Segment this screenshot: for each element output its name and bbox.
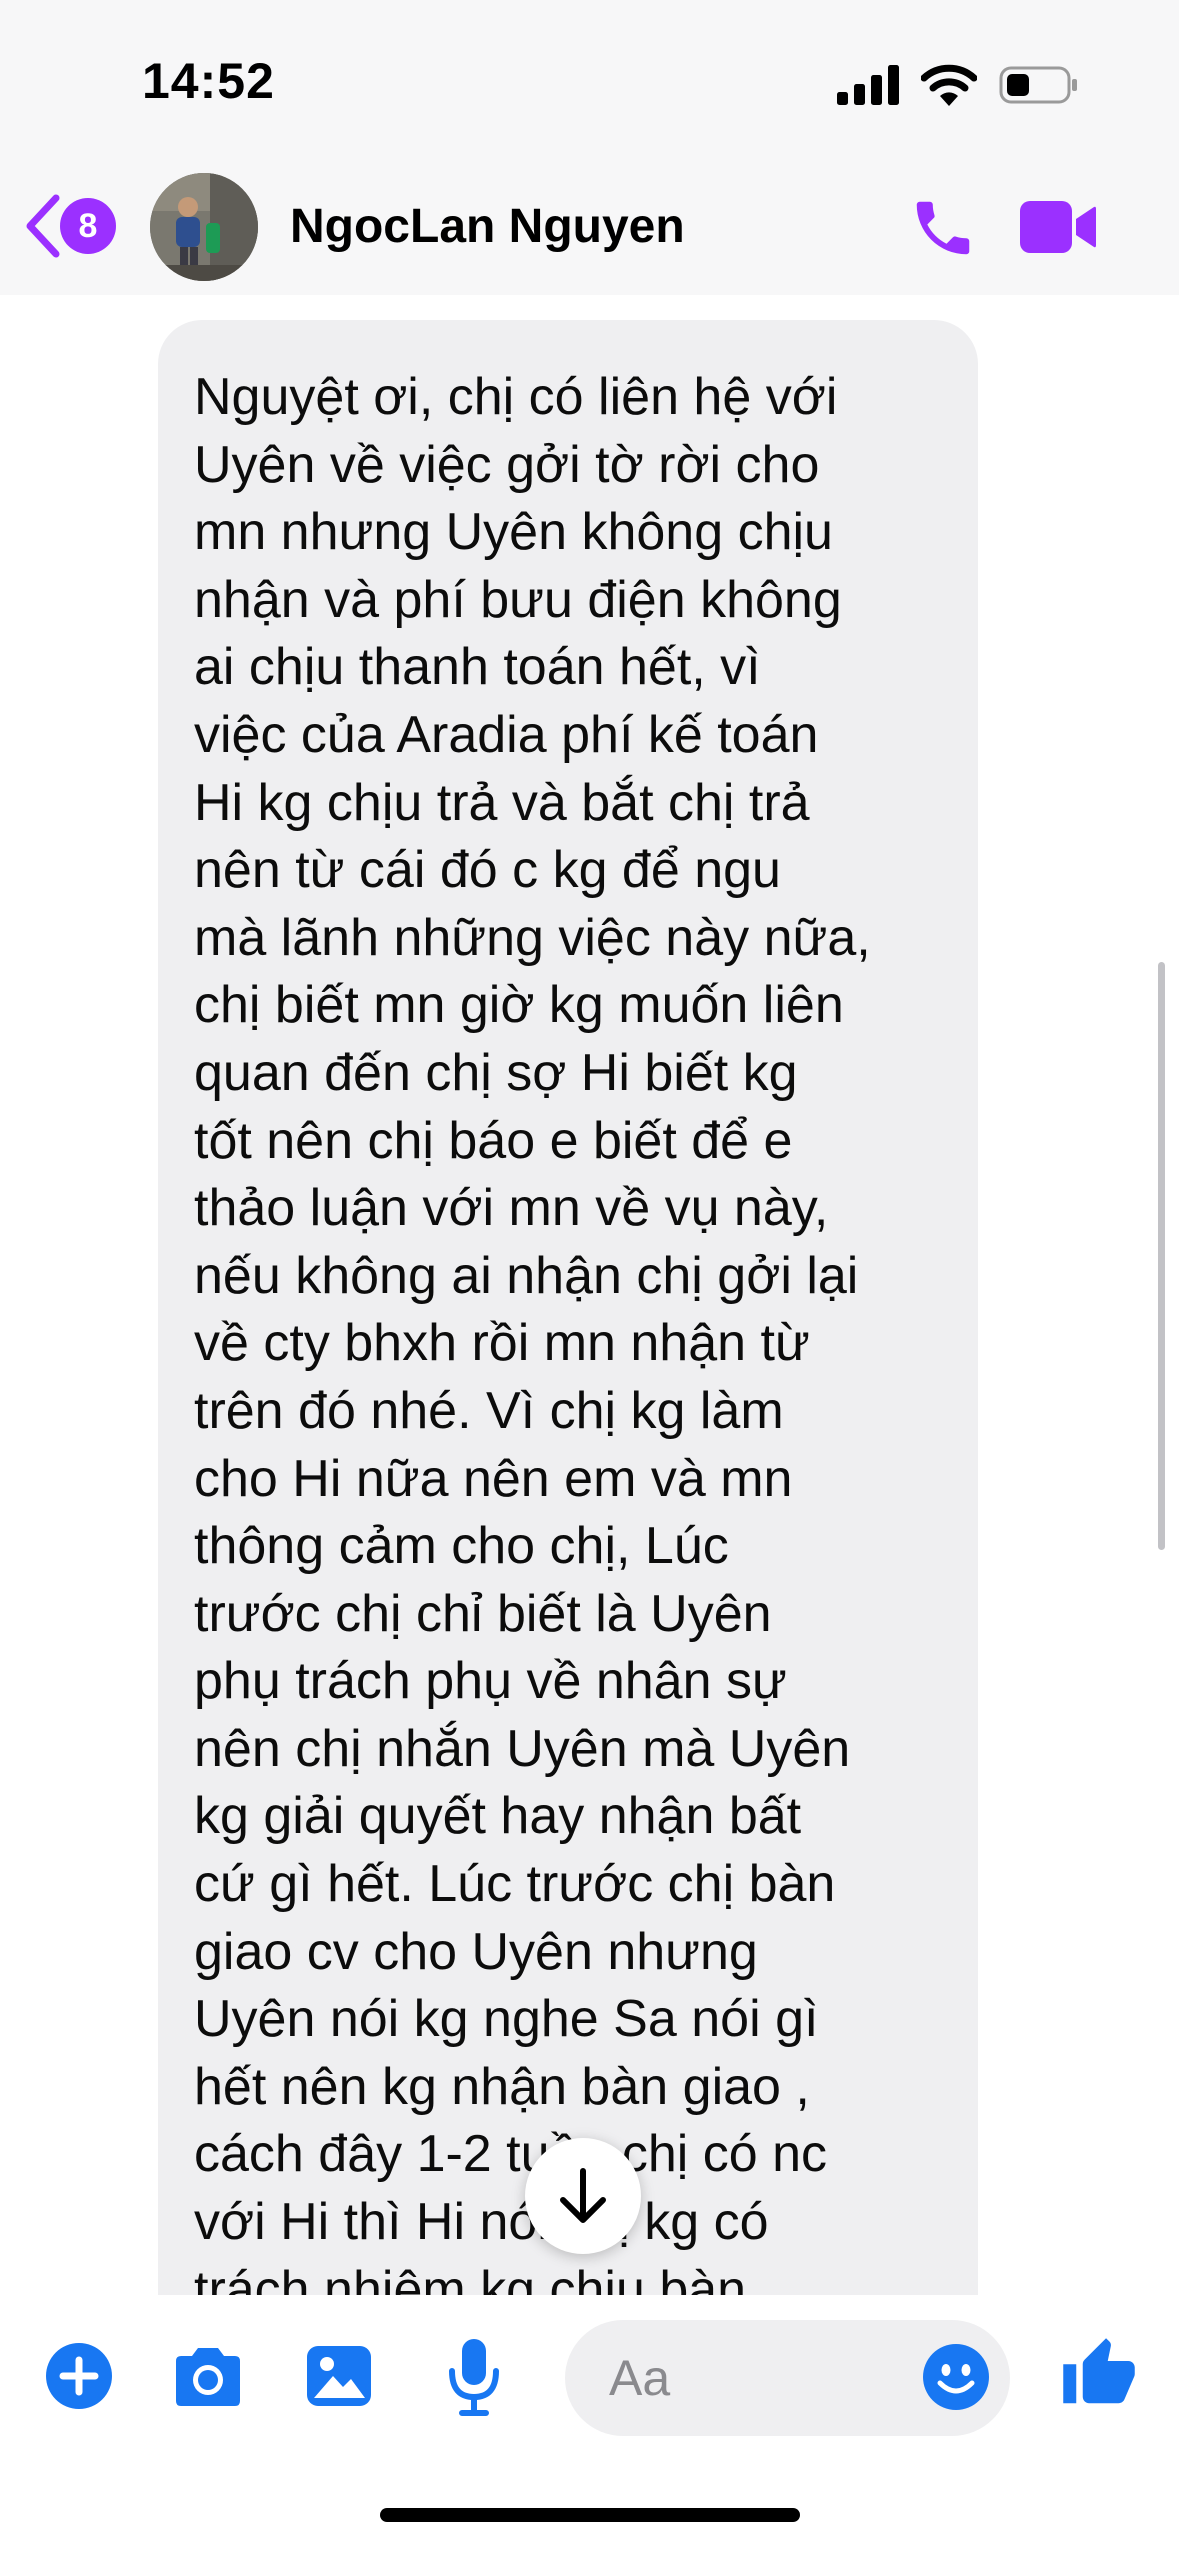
back-button[interactable]: 8: [22, 192, 116, 260]
plus-button[interactable]: [45, 2342, 113, 2415]
phone-icon: [916, 201, 970, 255]
microphone-icon: [449, 2339, 499, 2416]
scrollbar[interactable]: [1158, 962, 1165, 1550]
emoji-icon: [923, 2344, 989, 2410]
video-camera-icon: [1020, 201, 1096, 253]
unread-count-badge: 8: [60, 198, 116, 254]
plus-icon: [46, 2343, 112, 2409]
message-text: Nguyệt ơi, chị có liên hệ với Uyên về vi…: [194, 368, 871, 2295]
audio-call-button[interactable]: [908, 193, 978, 268]
gallery-button[interactable]: [305, 2344, 373, 2413]
status-time: 14:52: [142, 53, 275, 109]
contact-name[interactable]: NgocLan Nguyen: [290, 199, 685, 254]
status-bar: 14:52: [0, 0, 1179, 165]
like-button[interactable]: [1060, 2335, 1138, 2418]
gallery-icon: [307, 2346, 371, 2406]
emoji-button[interactable]: [922, 2343, 990, 2416]
status-icons: [837, 64, 1079, 106]
camera-button[interactable]: [170, 2345, 246, 2414]
message-list[interactable]: Nguyệt ơi, chị có liên hệ với Uyên về vi…: [0, 295, 1179, 2295]
cellular-signal-icon: [837, 65, 899, 105]
camera-icon: [176, 2348, 240, 2406]
chevron-left-icon: [26, 194, 60, 258]
wifi-icon: [921, 64, 977, 106]
home-indicator[interactable]: [380, 2508, 800, 2522]
video-call-button[interactable]: [1018, 197, 1098, 262]
scroll-to-bottom-button[interactable]: [525, 2138, 641, 2254]
avatar-image: [150, 173, 258, 281]
microphone-button[interactable]: [446, 2337, 502, 2422]
like-icon: [1063, 2338, 1135, 2404]
avatar[interactable]: [150, 173, 258, 281]
message-bubble[interactable]: Nguyệt ơi, chị có liên hệ với Uyên về vi…: [158, 320, 978, 2295]
conversation-header: 8 NgocLan Nguyen: [0, 165, 1179, 295]
arrow-down-icon: [560, 2168, 606, 2223]
battery-icon: [999, 66, 1077, 104]
